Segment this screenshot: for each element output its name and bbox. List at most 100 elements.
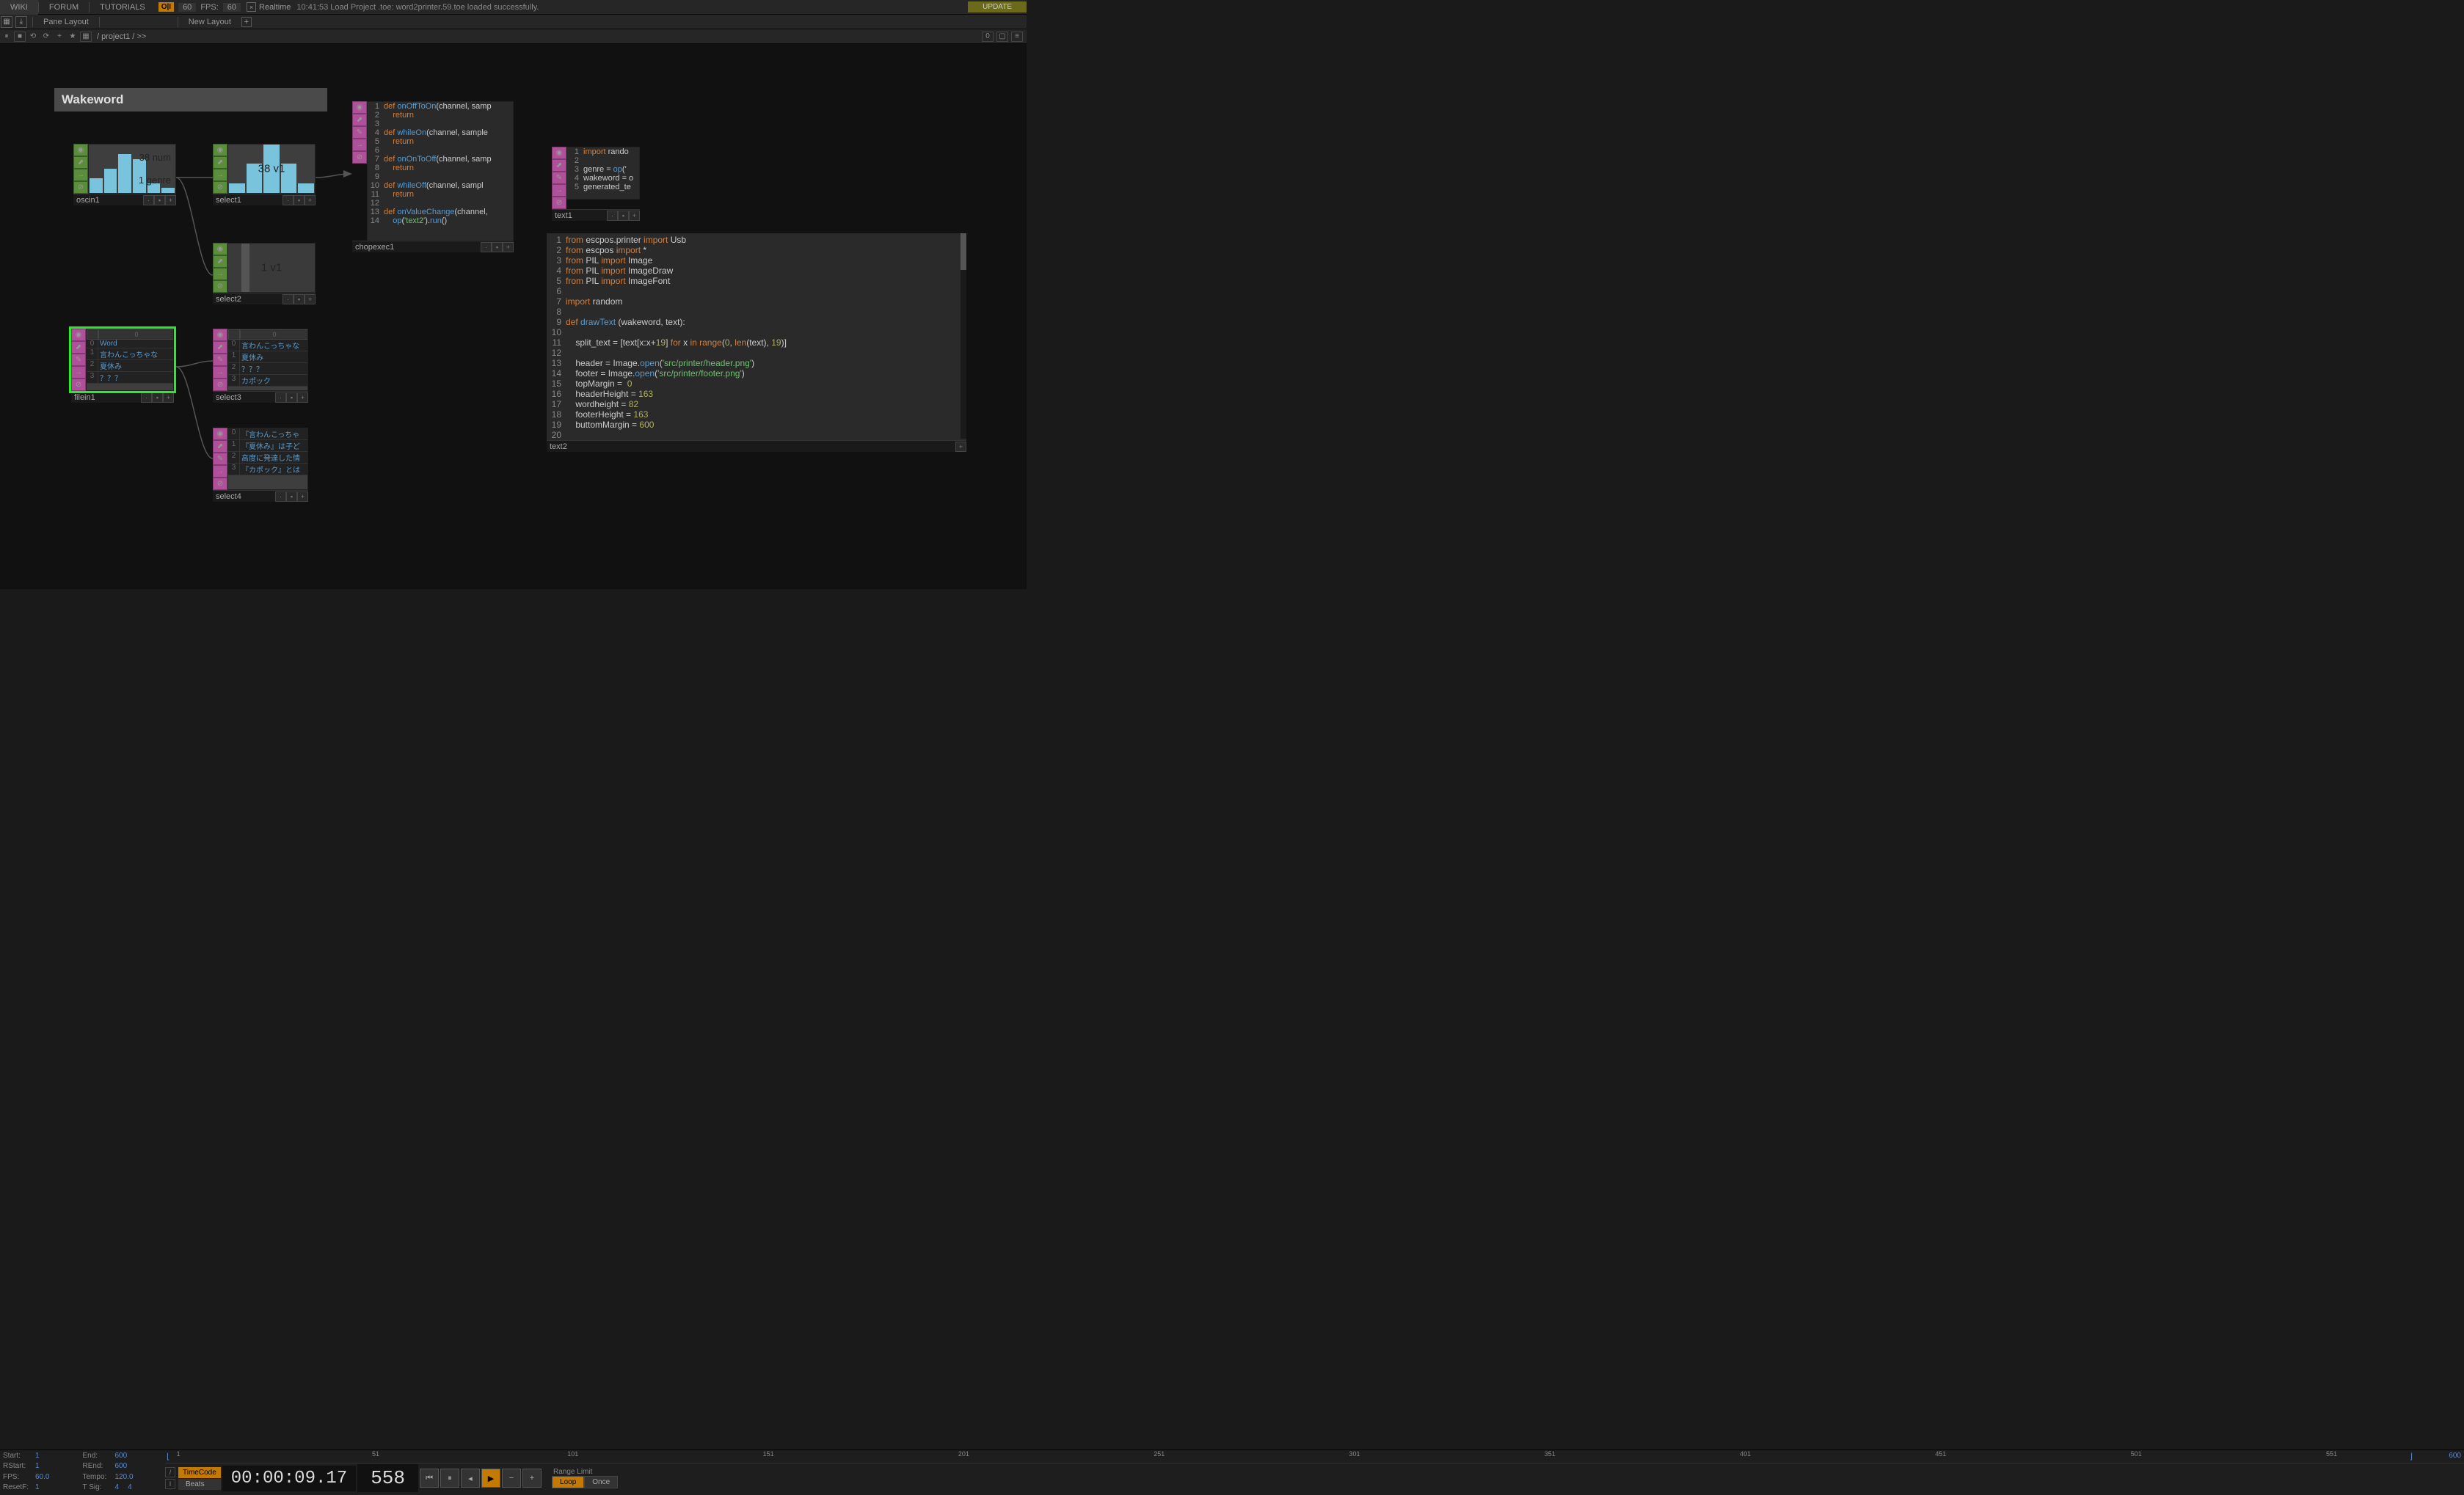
node-dot-icon[interactable]: · <box>275 392 286 403</box>
node-select2[interactable]: ◉ ⬈ → ⊘ 1 v1 select2 ·▪+ <box>213 243 316 304</box>
timeline-slash-button[interactable]: / <box>165 1467 175 1477</box>
node-flag-icon[interactable]: ▪ <box>154 195 165 205</box>
node-select1[interactable]: ◉ ⬈ → ⊘ 38 v1 select1 ·▪+ <box>213 144 316 205</box>
node-plus-icon[interactable]: + <box>629 211 640 221</box>
node-flag-icon[interactable]: ▪ <box>294 294 305 304</box>
layout-icon[interactable]: ▦ <box>1 16 12 28</box>
step-back-button[interactable]: ◂ <box>461 1469 480 1488</box>
view-icon[interactable]: ◉ <box>213 144 227 156</box>
node-chopexec1[interactable]: ◉ ⬈ ✎ → ⊘ 1def onOffToOn(channel, samp2 … <box>352 101 514 252</box>
lock-icon[interactable]: ✎ <box>71 354 86 366</box>
node-text1[interactable]: ◉ ⬈ ✎ → ⊘ 1import rando23genre = op('4wa… <box>552 147 640 221</box>
activate-icon[interactable]: ⬈ <box>73 156 88 169</box>
minus-button[interactable]: − <box>502 1469 521 1488</box>
node-dot-icon[interactable]: · <box>143 195 154 205</box>
network-editor[interactable]: Wakeword ◉ ⬈ → ⊘ 38 num 1 genre oscin1 <box>0 44 1027 589</box>
node-flag-icon[interactable]: ▪ <box>618 211 629 221</box>
plus-button[interactable]: + <box>522 1469 542 1488</box>
node-dot-icon[interactable]: · <box>481 242 492 252</box>
stop-icon[interactable]: ■ <box>14 32 26 42</box>
plus-icon[interactable]: + <box>54 32 65 42</box>
scrollbar[interactable] <box>961 233 966 439</box>
activate-icon[interactable]: ⬈ <box>71 341 86 354</box>
star-icon[interactable]: ★ <box>67 32 79 42</box>
lock-icon[interactable]: ✎ <box>352 126 367 139</box>
node-dot-icon[interactable]: · <box>283 294 294 304</box>
loop-button[interactable]: Loop <box>552 1476 584 1488</box>
bypass-icon[interactable]: ⊘ <box>352 151 367 164</box>
save-layout-icon[interactable]: ⤓ <box>15 16 27 28</box>
view-icon[interactable]: ◉ <box>213 329 227 341</box>
view-icon[interactable]: ◉ <box>213 428 227 440</box>
arrow-icon[interactable]: → <box>213 366 227 379</box>
node-flag-icon[interactable]: ▪ <box>152 392 163 403</box>
menu-wiki[interactable]: WIKI <box>0 0 38 15</box>
view-icon[interactable]: ◉ <box>213 243 227 255</box>
node-text2-viewer[interactable]: 1from escpos.printer import Usb2from esc… <box>547 233 966 452</box>
breadcrumb[interactable]: / project1 / >> <box>92 32 150 41</box>
activate-icon[interactable]: ⬈ <box>213 156 227 169</box>
view-icon[interactable]: ◉ <box>73 144 88 156</box>
node-dot-icon[interactable]: · <box>275 491 286 502</box>
resetf-value[interactable]: 1 <box>35 1483 40 1494</box>
timecode-button[interactable]: TimeCode <box>178 1467 221 1478</box>
range-start-bracket[interactable]: ⌊ <box>167 1452 170 1461</box>
menu-icon[interactable]: ≡ <box>1011 32 1023 42</box>
update-button[interactable]: UPDATE <box>968 1 1027 12</box>
node-plus-icon[interactable]: + <box>297 392 308 403</box>
node-flag-icon[interactable]: ▪ <box>286 392 297 403</box>
arrow-icon[interactable]: → <box>71 366 86 379</box>
view-icon[interactable]: ◉ <box>352 101 367 114</box>
node-flag-icon[interactable]: ▪ <box>492 242 503 252</box>
annotation-wakeword[interactable]: Wakeword <box>54 88 327 112</box>
node-plus-icon[interactable]: + <box>163 392 174 403</box>
fps-value[interactable]: 60.0 <box>35 1473 49 1483</box>
node-dot-icon[interactable]: · <box>141 392 152 403</box>
tsig-value-2[interactable]: 4 <box>128 1483 132 1494</box>
pane-layout-label[interactable]: Pane Layout <box>37 18 95 26</box>
bypass-icon[interactable]: ⊘ <box>552 197 566 209</box>
arrow-icon[interactable]: → <box>552 184 566 197</box>
bypass-icon[interactable]: ⊘ <box>213 379 227 391</box>
bypass-icon[interactable]: ⊘ <box>213 181 227 194</box>
menu-forum[interactable]: FORUM <box>39 0 89 15</box>
activate-icon[interactable]: ⬈ <box>213 255 227 268</box>
end-value[interactable]: 600 <box>115 1452 128 1462</box>
view-icon[interactable]: ◉ <box>552 147 566 159</box>
rstart-value[interactable]: 1 <box>35 1462 40 1472</box>
lock-icon[interactable]: → <box>73 169 88 181</box>
once-button[interactable]: Once <box>584 1476 618 1488</box>
forward-icon[interactable]: ⟳ <box>40 32 52 42</box>
node-plus-icon[interactable]: + <box>955 442 966 452</box>
bypass-icon[interactable]: ⊘ <box>71 379 86 391</box>
tempo-value[interactable]: 120.0 <box>115 1473 134 1483</box>
node-plus-icon[interactable]: + <box>503 242 514 252</box>
node-plus-icon[interactable]: + <box>165 195 176 205</box>
lock-icon[interactable]: ✎ <box>552 172 566 184</box>
activate-icon[interactable]: ⬈ <box>213 341 227 354</box>
tsig-value-1[interactable]: 4 <box>115 1483 120 1494</box>
arrow-icon[interactable]: → <box>213 465 227 478</box>
oi-badge[interactable]: O|I <box>158 2 174 12</box>
activate-icon[interactable]: ⬈ <box>552 159 566 172</box>
bypass-icon[interactable]: ⊘ <box>213 478 227 490</box>
arrow-icon[interactable]: → <box>352 139 367 151</box>
add-layout-icon[interactable]: + <box>241 17 252 27</box>
activate-icon[interactable]: ⬈ <box>352 114 367 126</box>
lock-icon[interactable]: ✎ <box>213 354 227 366</box>
new-layout-button[interactable]: New Layout <box>183 18 237 26</box>
start-value[interactable]: 1 <box>35 1452 40 1462</box>
menu-tutorials[interactable]: TUTORIALS <box>90 0 156 15</box>
pause-button[interactable]: ⏸ <box>440 1469 459 1488</box>
rewind-button[interactable]: ⏮ <box>420 1469 439 1488</box>
maximize-icon[interactable]: ▢ <box>996 32 1008 42</box>
node-select3[interactable]: ◉ ⬈ ✎ → ⊘ 00言わんこっちゃな1夏休み2？？？3カポック select… <box>213 329 308 403</box>
bypass-icon[interactable]: ⊘ <box>73 181 88 194</box>
activate-icon[interactable]: ⬈ <box>213 440 227 453</box>
realtime-toggle[interactable]: × Realtime <box>247 2 291 12</box>
view-icon[interactable]: ◉ <box>71 329 86 341</box>
node-plus-icon[interactable]: + <box>297 491 308 502</box>
scrollbar-thumb[interactable] <box>961 233 966 270</box>
path-icon[interactable]: ▦ <box>80 32 92 42</box>
node-dot-icon[interactable]: · <box>607 211 618 221</box>
